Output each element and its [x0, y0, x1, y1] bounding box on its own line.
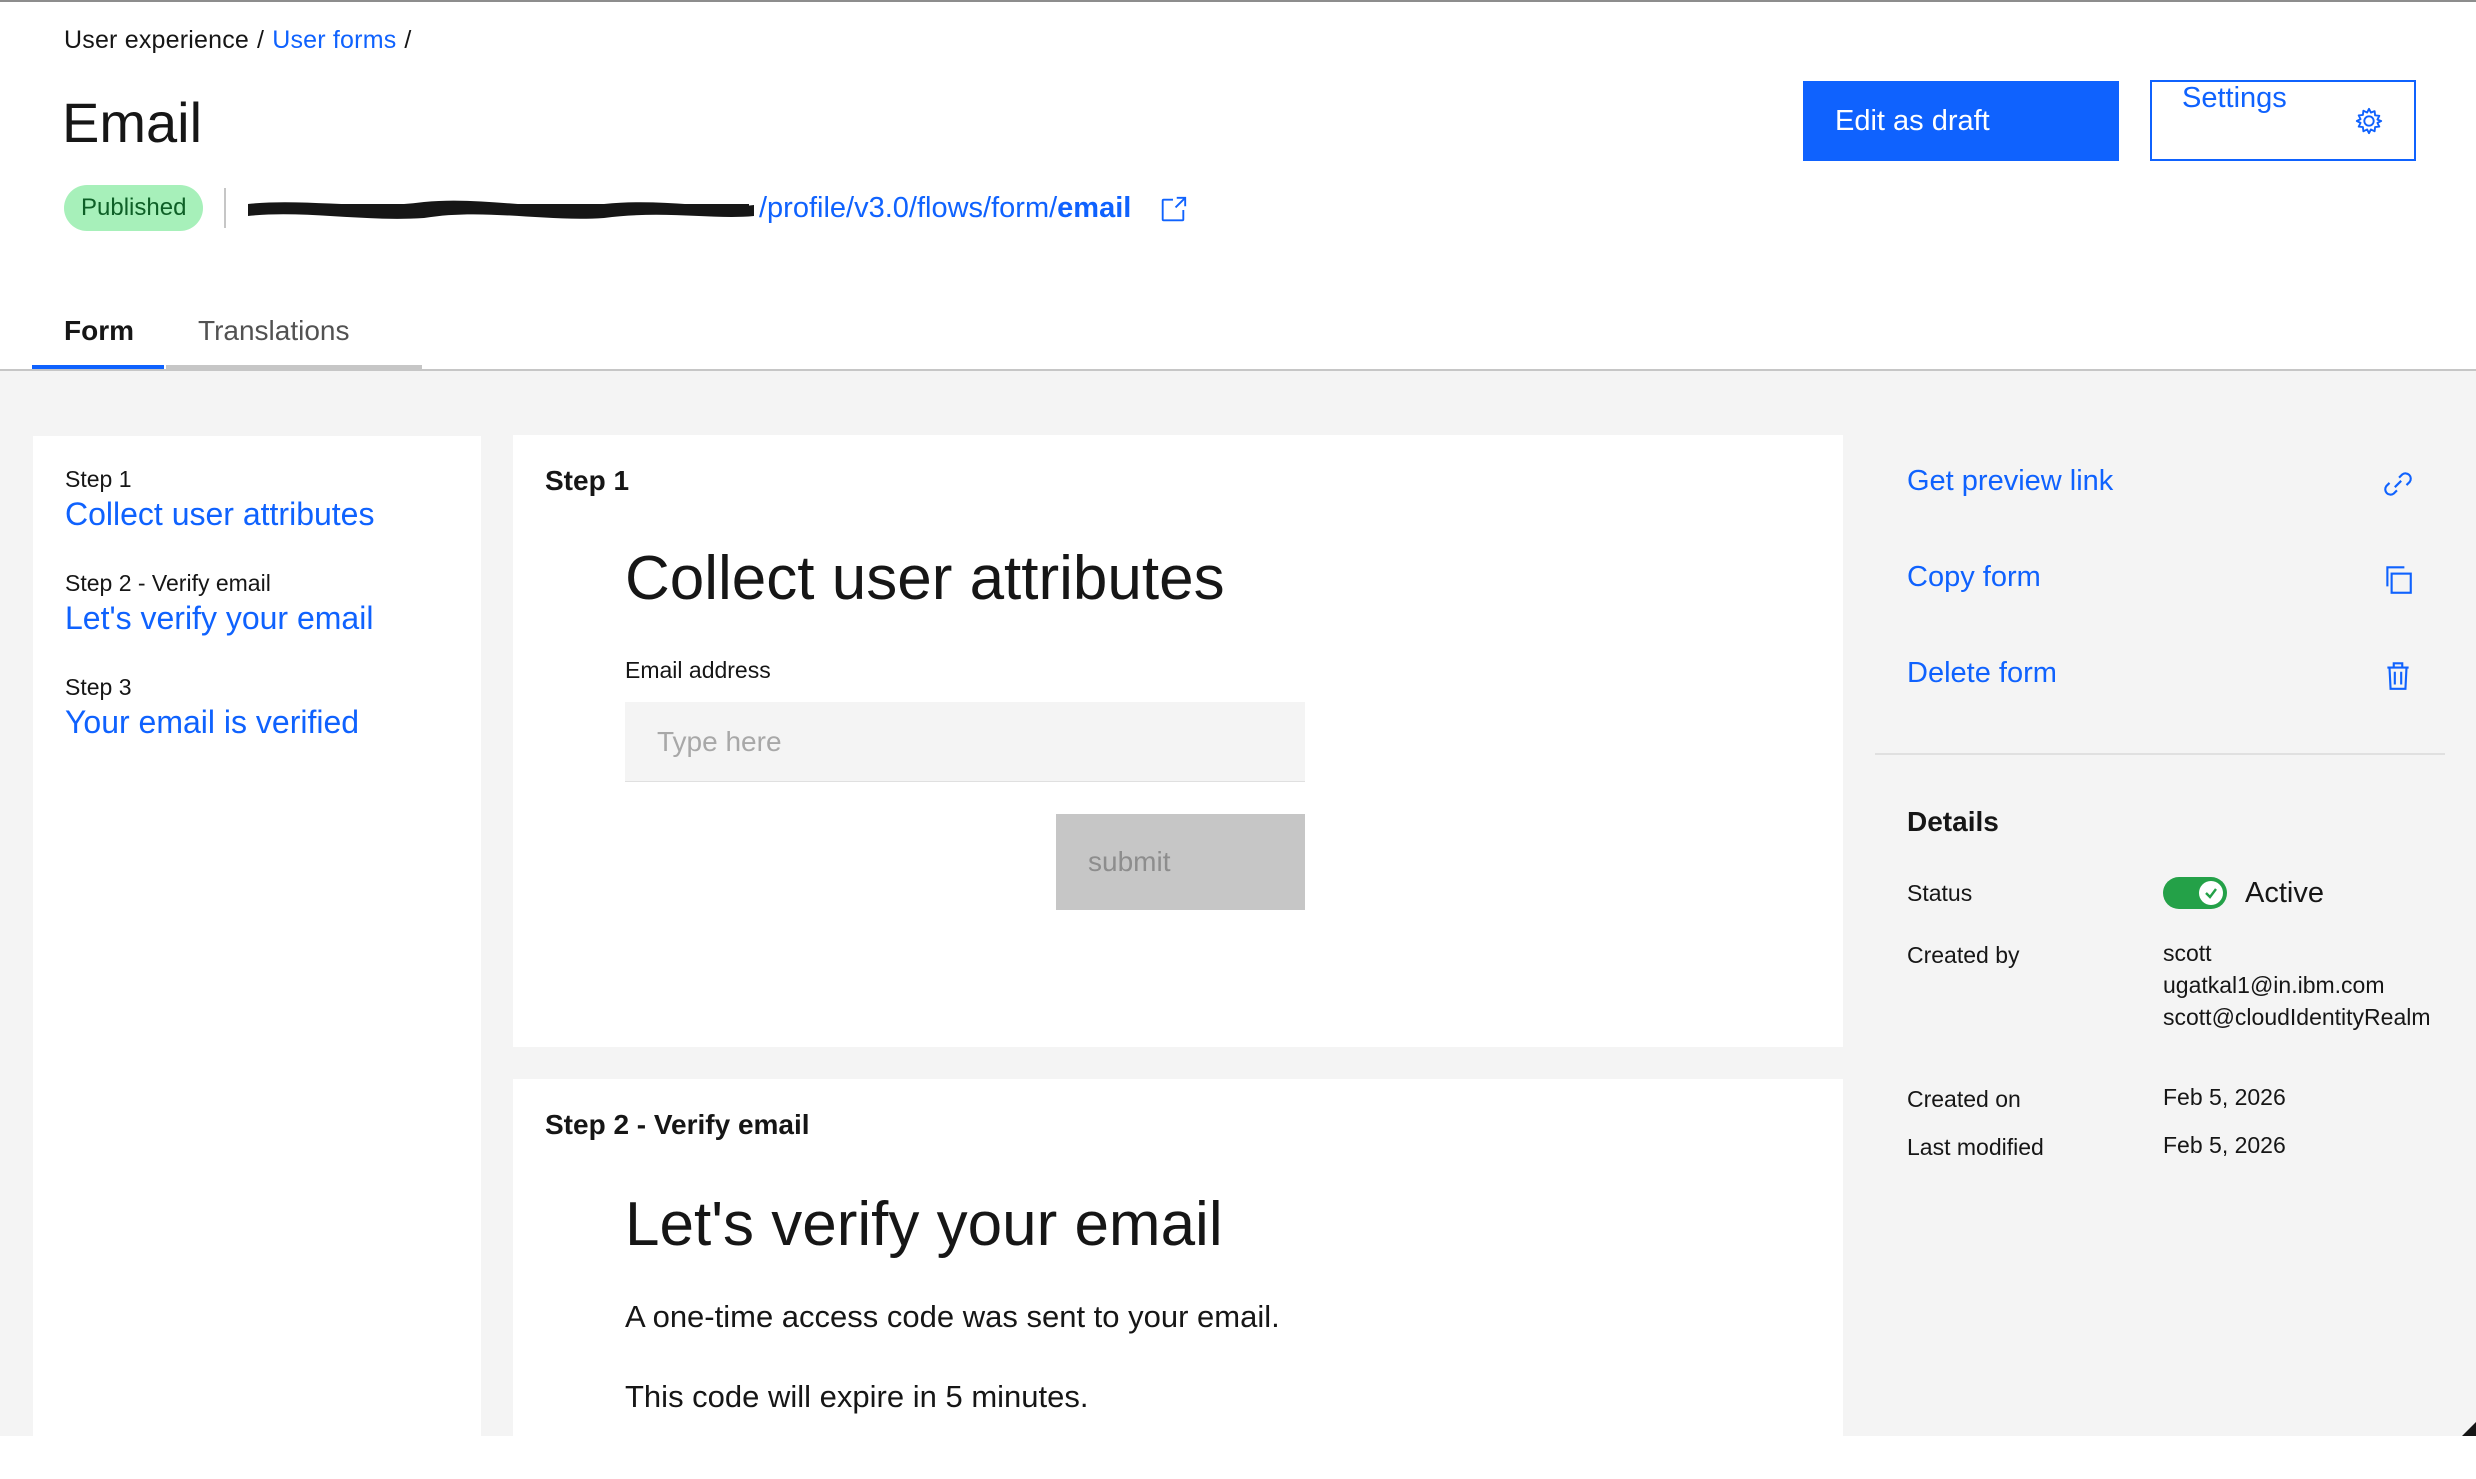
- details-title: Details: [1907, 806, 1999, 837]
- edit-as-draft-button[interactable]: Edit as draft: [1803, 81, 2119, 161]
- step1-heading: Collect user attributes: [625, 544, 1225, 613]
- created-by-realm: scott@cloudIdentityRealm: [2163, 1004, 2431, 1030]
- step1-card[interactable]: Step 1 Collect user attributes Email add…: [513, 435, 1843, 1047]
- breadcrumb-separator: /: [257, 26, 265, 54]
- tab-form[interactable]: Form: [32, 300, 164, 370]
- tab-translations[interactable]: Translations: [166, 300, 422, 370]
- status-toggle[interactable]: [2163, 877, 2227, 909]
- created-on-label: Created on: [1907, 1086, 2021, 1112]
- code-sent-text: A one-time access code was sent to your …: [625, 1299, 1280, 1334]
- breadcrumb: User experience / User forms /: [64, 26, 420, 55]
- created-on-value: Feb 5, 2026: [2163, 1084, 2286, 1110]
- step2-heading: Let's verify your email: [625, 1190, 1223, 1259]
- created-by-label: Created by: [1907, 942, 2020, 968]
- settings-button-label: Settings: [2182, 82, 2287, 114]
- link-icon: [2384, 472, 2412, 496]
- breadcrumb-item-user-experience[interactable]: User experience: [64, 26, 249, 54]
- step1-card-label: Step 1: [545, 465, 630, 496]
- checkmark-icon: [2205, 888, 2217, 899]
- status-value: Active: [2245, 877, 2324, 909]
- last-modified-label: Last modified: [1907, 1134, 2044, 1160]
- side-panel-divider: [1875, 753, 2445, 755]
- status-label: Status: [1907, 880, 1973, 906]
- status-badge: Published: [64, 185, 204, 231]
- nav-step-link-verify-email[interactable]: Let's verify your email: [65, 600, 373, 637]
- nav-step-label: Step 1: [65, 466, 132, 492]
- created-by-email: ugatkal1@in.ibm.com: [2163, 972, 2385, 998]
- code-expiry-text: This code will expire in 5 minutes.: [625, 1379, 1089, 1414]
- step2-card-label: Step 2 - Verify email: [545, 1109, 810, 1140]
- toggle-knob: [2199, 881, 2223, 905]
- endpoint-name: email: [1057, 192, 1132, 224]
- email-input[interactable]: [625, 702, 1305, 782]
- delete-form-action[interactable]: Delete form: [1907, 645, 2415, 705]
- gear-icon: [2355, 107, 2383, 135]
- form-endpoint-link[interactable]: /profile/v3.0/flows/form/email: [759, 192, 1131, 225]
- settings-button[interactable]: Settings: [2150, 80, 2416, 161]
- redacted-url-host: [248, 200, 754, 219]
- get-preview-link-label: Get preview link: [1907, 465, 2114, 497]
- resize-corner: [2462, 1422, 2476, 1436]
- main-content: Step 1 Collect user attributes Step 2 - …: [0, 371, 2476, 1479]
- top-border: [0, 0, 2476, 2]
- nav-step-label: Step 2 - Verify email: [65, 570, 271, 596]
- get-preview-link-action[interactable]: Get preview link: [1907, 453, 2415, 513]
- copy-form-action[interactable]: Copy form: [1907, 549, 2415, 609]
- nav-step-label: Step 3: [65, 674, 132, 700]
- nav-step-link-email-verified[interactable]: Your email is verified: [65, 704, 359, 741]
- step2-card[interactable]: Step 2 - Verify email Let's verify your …: [513, 1079, 1843, 1479]
- trash-icon: [2387, 662, 2409, 690]
- steps-navigation: Step 1 Collect user attributes Step 2 - …: [33, 436, 481, 1436]
- external-link-icon[interactable]: [1158, 195, 1188, 225]
- page-title: Email: [62, 91, 203, 154]
- nav-step-link-collect-attributes[interactable]: Collect user attributes: [65, 496, 374, 533]
- delete-form-label: Delete form: [1907, 657, 2057, 689]
- breadcrumb-separator: /: [404, 26, 412, 54]
- vertical-divider: [224, 188, 226, 228]
- last-modified-value: Feb 5, 2026: [2163, 1132, 2286, 1158]
- created-by-name: scott: [2163, 940, 2212, 966]
- copy-form-label: Copy form: [1907, 561, 2041, 593]
- email-address-label: Email address: [625, 657, 771, 683]
- copy-icon: [2386, 566, 2412, 594]
- breadcrumb-item-user-forms[interactable]: User forms: [272, 26, 396, 54]
- submit-button[interactable]: submit: [1056, 814, 1305, 910]
- endpoint-path: /profile/v3.0/flows/form/: [759, 192, 1058, 224]
